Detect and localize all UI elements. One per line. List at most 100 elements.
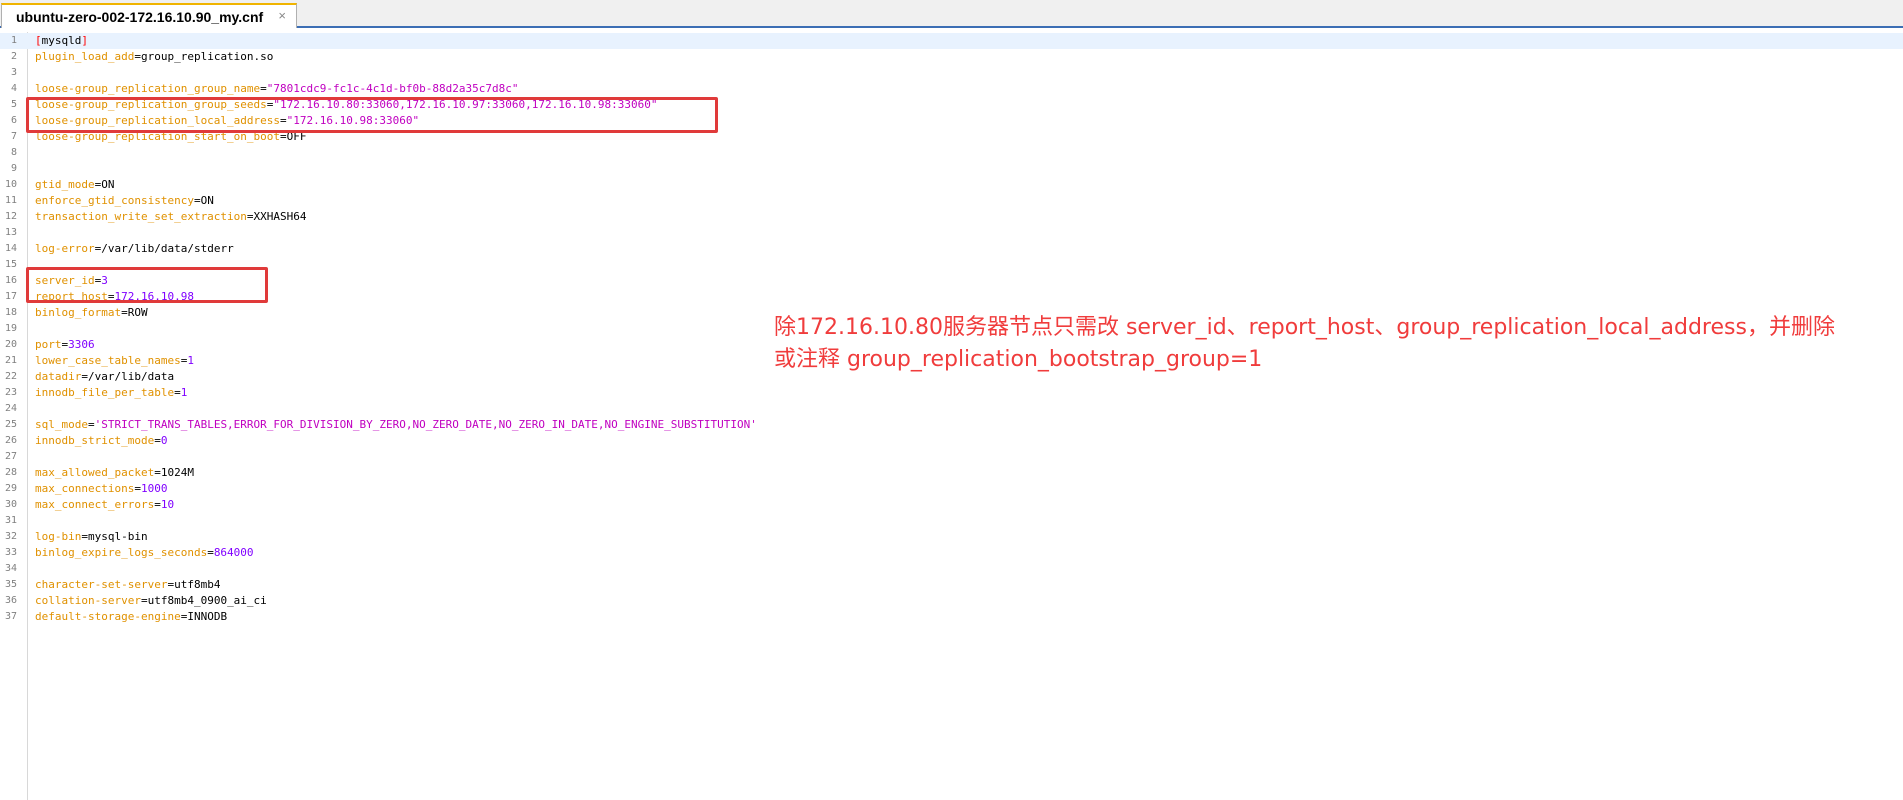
config-value: "7801cdc9-fc1c-4c1d-bf0b-88d2a35c7d8c" (266, 82, 519, 95)
line-code: report_host=172.16.10.98 (35, 289, 194, 305)
line-number: 18 (4, 307, 17, 318)
line-number: 6 (10, 115, 17, 126)
config-value: 3306 (68, 338, 95, 351)
code-line[interactable]: 12 transaction_write_set_extraction=XXHAS… (0, 209, 1903, 225)
line-number: 23 (4, 387, 17, 398)
line-number: 15 (4, 259, 17, 270)
line-number: 34 (4, 563, 17, 574)
config-value: ON (200, 194, 214, 207)
code-line[interactable]: 29 max_connections=1000 (0, 481, 1903, 497)
code-line[interactable]: 35 character-set-server=utf8mb4 (0, 577, 1903, 593)
line-code: datadir=/var/lib/data (35, 369, 174, 385)
code-line[interactable]: 9 (0, 161, 1903, 177)
annotation-note: 除172.16.10.80服务器节点只需改 server_id、report_h… (774, 312, 1899, 376)
config-value: XXHASH64 (253, 210, 307, 223)
line-number: 33 (4, 547, 17, 558)
code-line[interactable]: 33 binlog_expire_logs_seconds=864000 (0, 545, 1903, 561)
code-line[interactable]: 34 (0, 561, 1903, 577)
line-code: plugin_load_add=group_replication.so (35, 49, 273, 65)
code-line[interactable]: 36 collation-server=utf8mb4_0900_ai_ci (0, 593, 1903, 609)
section-name: mysqld (41, 34, 82, 47)
config-key: loose-group_replication_local_address (35, 114, 281, 127)
equals-sign: = (87, 418, 95, 431)
line-number: 5 (10, 99, 17, 110)
equals-sign: = (280, 114, 287, 127)
config-key: loose-group_replication_group_seeds (35, 98, 267, 111)
equals-sign: = (81, 530, 88, 543)
code-line[interactable]: 30 max_connect_errors=10 (0, 497, 1903, 513)
config-value: 864000 (213, 546, 254, 559)
config-key: enforce_gtid_consistency (35, 194, 194, 207)
equals-sign: = (134, 50, 141, 63)
code-line[interactable]: 8 (0, 145, 1903, 161)
code-line[interactable]: 3 (0, 65, 1903, 81)
code-line[interactable]: 25 sql_mode='STRICT_TRANS_TABLES,ERROR_FO… (0, 417, 1903, 433)
config-key: transaction_write_set_extraction (35, 210, 247, 223)
line-number: 28 (4, 467, 17, 478)
line-code: log-error=/var/lib/data/stderr (35, 241, 234, 257)
line-number: 37 (4, 611, 17, 622)
code-line[interactable]: 7 loose-group_replication_start_on_boot=O… (0, 129, 1903, 145)
config-key: plugin_load_add (35, 50, 135, 63)
code-line[interactable]: 15 (0, 257, 1903, 273)
config-value: 0 (160, 434, 168, 447)
config-key: report_host (35, 290, 108, 303)
equals-sign: = (81, 370, 88, 383)
config-value: 1 (187, 354, 194, 367)
line-number: 7 (10, 131, 17, 142)
config-key: binlog_expire_logs_seconds (35, 546, 208, 559)
tab-close-icon[interactable]: × (278, 8, 286, 23)
config-key: lower_case_table_names (35, 354, 181, 367)
line-code: loose-group_replication_start_on_boot=OF… (35, 129, 307, 145)
annotation-line-1: 除172.16.10.80服务器节点只需改 server_id、report_h… (774, 315, 1835, 340)
line-code: loose-group_replication_local_address="1… (35, 113, 419, 129)
code-editor[interactable]: 1 [mysqld] 2 plugin_load_add=group_replicat… (0, 32, 1903, 800)
equals-sign: = (246, 210, 254, 223)
config-value: /var/lib/data (87, 370, 175, 383)
tab-my-cnf[interactable]: ubuntu-zero-002-172.16.10.90_my.cnf × (1, 3, 297, 28)
line-number: 20 (4, 339, 17, 350)
code-line[interactable]: 16 server_id=3 (0, 273, 1903, 289)
config-value: INNODB (187, 610, 228, 623)
line-code: max_connections=1000 (35, 481, 167, 497)
config-value: /var/lib/data/stderr (101, 242, 234, 255)
code-line[interactable]: 27 (0, 449, 1903, 465)
config-key: default-storage-engine (35, 610, 181, 623)
code-line[interactable]: 10 gtid_mode=ON (0, 177, 1903, 193)
config-key: binlog_format (35, 306, 122, 319)
code-line[interactable]: 24 (0, 401, 1903, 417)
code-line[interactable]: 11 enforce_gtid_consistency=ON (0, 193, 1903, 209)
line-number: 8 (10, 147, 17, 158)
line-code: character-set-server=utf8mb4 (35, 577, 220, 593)
code-line[interactable]: 6 loose-group_replication_local_address="… (0, 113, 1903, 129)
line-code: default-storage-engine=INNODB (35, 609, 227, 625)
line-code: binlog_expire_logs_seconds=864000 (35, 545, 254, 561)
code-line[interactable]: 4 loose-group_replication_group_name="780… (0, 81, 1903, 97)
code-line[interactable]: 37 default-storage-engine=INNODB (0, 609, 1903, 625)
line-number: 30 (4, 499, 17, 510)
code-line[interactable]: 31 (0, 513, 1903, 529)
code-line[interactable]: 13 (0, 225, 1903, 241)
code-line[interactable]: 28 max_allowed_packet=1024M (0, 465, 1903, 481)
code-line[interactable]: 5 loose-group_replication_group_seeds="17… (0, 97, 1903, 113)
line-number: 13 (4, 227, 17, 238)
code-line[interactable]: 26 innodb_strict_mode=0 (0, 433, 1903, 449)
code-line[interactable]: 23 innodb_file_per_table=1 (0, 385, 1903, 401)
code-line[interactable]: 1 [mysqld] (0, 33, 1903, 49)
line-code: innodb_file_per_table=1 (35, 385, 187, 401)
config-value: ON (101, 178, 115, 191)
config-key: log-bin (35, 530, 82, 543)
code-line[interactable]: 32 log-bin=mysql-bin (0, 529, 1903, 545)
line-code: max_allowed_packet=1024M (35, 465, 194, 481)
code-line[interactable]: 2 plugin_load_add=group_replication.so (0, 49, 1903, 65)
code-line[interactable]: 14 log-error=/var/lib/data/stderr (0, 241, 1903, 257)
config-value: utf8mb4_0900_ai_ci (147, 594, 267, 607)
config-value: 3 (101, 274, 108, 287)
config-key: max_connections (35, 482, 135, 495)
code-line[interactable]: 17 report_host=172.16.10.98 (0, 289, 1903, 305)
section-bracket: ] (81, 34, 88, 47)
config-value: 172.16.10.98 (114, 290, 194, 303)
line-number: 26 (4, 435, 17, 446)
line-number: 35 (4, 579, 17, 590)
line-code: server_id=3 (35, 273, 108, 289)
